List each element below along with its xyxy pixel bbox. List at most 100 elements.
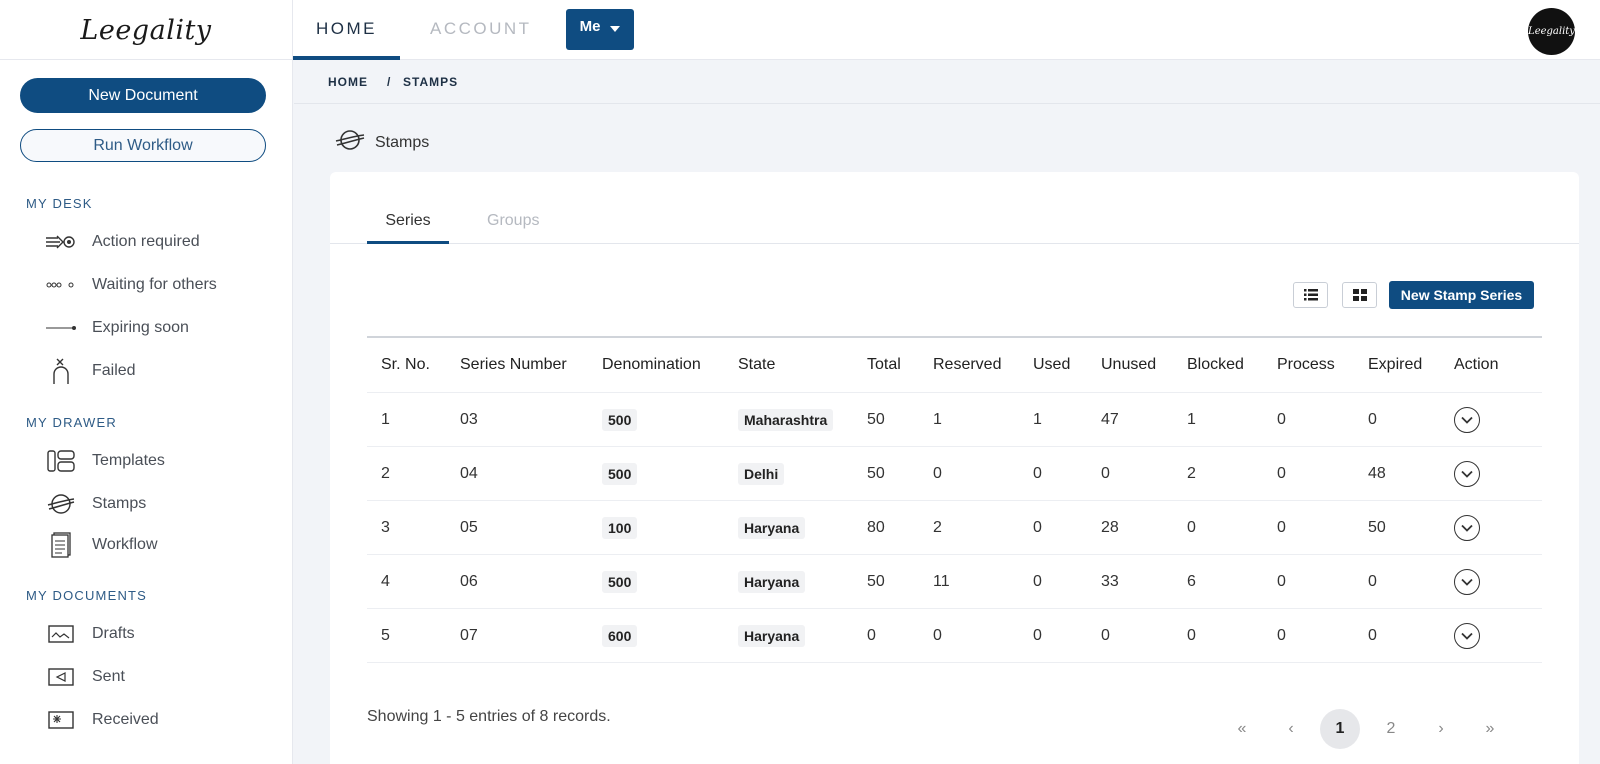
breadcrumb-current: STAMPS: [403, 75, 459, 89]
cell-used: 0: [1033, 464, 1042, 482]
cell-used: 0: [1033, 518, 1042, 536]
row-expand-button[interactable]: [1454, 514, 1480, 541]
cell-used: 0: [1033, 626, 1042, 644]
list-view-button[interactable]: [1293, 282, 1328, 308]
sidebar-item-drafts[interactable]: Drafts: [46, 621, 135, 647]
cell-reserved: 11: [933, 572, 950, 590]
stamps-icon: [46, 492, 76, 516]
tab-groups[interactable]: Groups: [487, 212, 539, 230]
pagination-prev[interactable]: ‹: [1271, 709, 1311, 749]
me-dropdown-button[interactable]: Me: [566, 9, 634, 50]
sidebar-item-label: Templates: [92, 452, 165, 469]
cell-state: Maharashtra: [738, 393, 834, 446]
cell-series-number: 03: [460, 410, 478, 428]
cell-sr-no: 1: [381, 410, 390, 428]
chevron-down-icon: [1461, 470, 1473, 478]
sidebar-item-label: Waiting for others: [92, 276, 217, 293]
stamps-card: Series Groups New Stamp Series Sr. No. Se…: [330, 172, 1579, 764]
cell-sr-no: 4: [381, 572, 390, 590]
logo-text: Leegality: [80, 14, 212, 46]
column-header-unused: Unused: [1101, 356, 1157, 373]
cell-action: [1454, 555, 1480, 608]
cell-blocked: 0: [1187, 626, 1196, 644]
cell-process: 0: [1277, 518, 1286, 536]
row-expand-button[interactable]: [1454, 622, 1480, 649]
expiring-icon: [46, 316, 76, 340]
sidebar-item-sent[interactable]: Sent: [46, 664, 125, 690]
sidebar-item-action-required[interactable]: Action required: [46, 229, 200, 255]
column-header-denomination: Denomination: [602, 356, 701, 373]
pagination-last[interactable]: »: [1470, 709, 1510, 749]
cell-denomination: 500: [602, 447, 638, 500]
cell-blocked: 0: [1187, 518, 1196, 536]
sidebar-item-workflow[interactable]: Workflow: [46, 532, 158, 558]
stamps-icon: [335, 128, 365, 157]
workflow-icon: [46, 532, 76, 558]
row-expand-button[interactable]: [1454, 460, 1480, 487]
sidebar-item-label: Sent: [92, 668, 125, 685]
cell-process: 0: [1277, 626, 1286, 644]
tab-series[interactable]: Series: [367, 212, 449, 244]
cell-denomination: 500: [602, 393, 638, 446]
section-my-documents: MY DOCUMENTS: [26, 588, 148, 603]
sidebar-item-label: Workflow: [92, 536, 158, 553]
sidebar-item-failed[interactable]: Failed: [46, 358, 136, 384]
sidebar-item-waiting-for-others[interactable]: Waiting for others: [46, 272, 217, 298]
logo[interactable]: Leegality: [0, 0, 293, 60]
column-header-action: Action: [1454, 356, 1499, 373]
chevron-down-icon: [1461, 632, 1473, 640]
sidebar-item-stamps[interactable]: Stamps: [46, 491, 146, 517]
page-title: Stamps: [375, 133, 430, 151]
cell-action: [1454, 609, 1480, 662]
sidebar-item-expiring-soon[interactable]: Expiring soon: [46, 315, 189, 341]
pagination-page-1[interactable]: 1: [1320, 709, 1360, 749]
table-row: 3 05 100 Haryana 80 2 0 28 0 0 50: [367, 501, 1542, 555]
new-stamp-series-button[interactable]: New Stamp Series: [1389, 281, 1534, 309]
row-expand-button[interactable]: [1454, 568, 1480, 595]
nav-tab-account[interactable]: ACCOUNT: [430, 0, 532, 60]
nav-tab-home[interactable]: HOME: [293, 0, 400, 60]
new-document-button[interactable]: New Document: [20, 78, 266, 113]
cell-blocked: 1: [1187, 410, 1196, 428]
denomination-badge: 500: [602, 408, 638, 431]
caret-down-icon: [610, 25, 621, 32]
cell-unused: 0: [1101, 464, 1110, 482]
cell-used: 1: [1033, 410, 1042, 428]
avatar[interactable]: Leegality: [1528, 8, 1575, 55]
sidebar-item-received[interactable]: Received: [46, 707, 159, 733]
cell-state: Haryana: [738, 609, 806, 662]
pagination-first[interactable]: «: [1222, 709, 1262, 749]
state-badge: Haryana: [738, 570, 806, 593]
cell-denomination: 600: [602, 609, 638, 662]
breadcrumb-home[interactable]: HOME: [328, 75, 368, 89]
cell-sr-no: 3: [381, 518, 390, 536]
breadcrumb: HOME / STAMPS: [294, 61, 1600, 104]
column-header-blocked: Blocked: [1187, 356, 1244, 373]
run-workflow-button[interactable]: Run Workflow: [20, 129, 266, 162]
drafts-icon: [46, 622, 76, 646]
cell-process: 0: [1277, 410, 1286, 428]
cell-process: 0: [1277, 464, 1286, 482]
cell-series-number: 05: [460, 518, 478, 536]
state-badge: Haryana: [738, 516, 806, 539]
page-header: Stamps: [335, 128, 429, 157]
row-expand-button[interactable]: [1454, 406, 1480, 433]
cell-total: 50: [867, 410, 885, 428]
received-icon: [46, 708, 76, 732]
pagination-page-2[interactable]: 2: [1371, 709, 1411, 749]
table-row: 1 03 500 Maharashtra 50 1 1 47 1 0 0: [367, 393, 1542, 447]
grid-view-button[interactable]: [1342, 282, 1377, 308]
list-icon: [1303, 289, 1318, 301]
cell-total: 50: [867, 464, 885, 482]
me-label: Me: [579, 18, 601, 35]
denomination-badge: 500: [602, 570, 638, 593]
cell-series-number: 04: [460, 464, 478, 482]
cell-denomination: 500: [602, 555, 638, 608]
sidebar-item-label: Action required: [92, 233, 200, 250]
pagination-next[interactable]: ›: [1421, 709, 1461, 749]
templates-icon: [46, 449, 76, 473]
cell-reserved: 0: [933, 626, 942, 644]
waiting-icon: [46, 273, 76, 297]
sidebar-item-templates[interactable]: Templates: [46, 448, 165, 474]
breadcrumb-separator: /: [387, 75, 392, 89]
